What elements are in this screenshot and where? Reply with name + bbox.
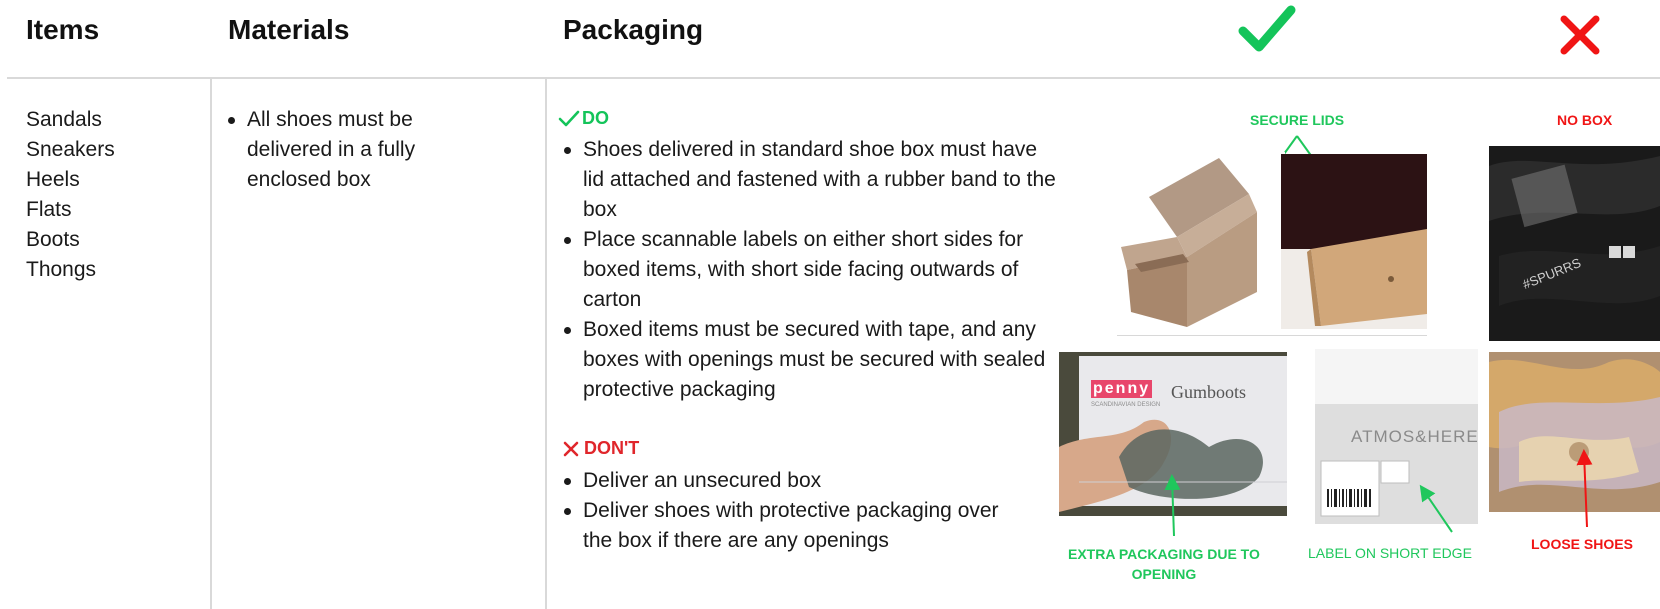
header-items: Items bbox=[26, 14, 100, 45]
cross-icon bbox=[563, 441, 579, 456]
list-item: Deliver an unsecured box bbox=[562, 466, 1032, 496]
column-divider-1 bbox=[210, 79, 212, 609]
caption-extra-packaging: EXTRA PACKAGING DUE TO OPENING bbox=[1068, 546, 1260, 582]
list-item: Boots bbox=[26, 228, 80, 251]
brand-sub: SCANDINAVIAN DESIGN bbox=[1091, 402, 1161, 408]
caption-no-box: NO BOX bbox=[1557, 112, 1613, 128]
header-materials: Materials bbox=[228, 14, 350, 45]
list-item: Thongs bbox=[26, 258, 97, 281]
materials-list: All shoes must be delivered in a fully e… bbox=[226, 105, 466, 195]
list-item: Boxed items must be secured with tape, a… bbox=[562, 315, 1057, 405]
do-list: Shoes delivered in standard shoe box mus… bbox=[562, 135, 1057, 405]
caption-loose-shoes: LOOSE SHOES bbox=[1531, 536, 1633, 552]
box-brand-text: ATMOS&HERE bbox=[1351, 427, 1478, 446]
caption-label-short-edge: LABEL ON SHORT EDGE bbox=[1308, 545, 1472, 561]
list-item: Place scannable labels on either short s… bbox=[562, 225, 1057, 315]
photo-open-box bbox=[1117, 152, 1285, 336]
photo-no-box: #SPURRS bbox=[1489, 146, 1660, 341]
pointer-arrow-extra bbox=[1164, 474, 1181, 537]
list-item: Sneakers bbox=[26, 138, 115, 161]
dont-list: Deliver an unsecured box Deliver shoes w… bbox=[562, 466, 1032, 556]
list-item: All shoes must be delivered in a fully e… bbox=[226, 105, 466, 195]
cross-icon bbox=[1560, 15, 1600, 55]
brand-logo: penny bbox=[1091, 380, 1153, 398]
list-item: Sandals bbox=[26, 108, 102, 131]
dark-box-illustration bbox=[1281, 154, 1427, 329]
photo-divider bbox=[1117, 335, 1427, 336]
list-item: Shoes delivered in standard shoe box mus… bbox=[562, 135, 1057, 225]
list-item: Deliver shoes with protective packaging … bbox=[562, 496, 1032, 556]
do-heading: DO bbox=[558, 108, 609, 129]
check-icon bbox=[1238, 5, 1296, 52]
caption-secure-lids: SECURE LIDS bbox=[1250, 112, 1345, 128]
pointer-arrow-label bbox=[1419, 484, 1453, 533]
list-item: Flats bbox=[26, 198, 72, 221]
open-box-illustration bbox=[1117, 152, 1285, 336]
photo-dark-box bbox=[1281, 154, 1427, 329]
dont-heading: DON'T bbox=[562, 438, 639, 459]
list-item: Heels bbox=[26, 168, 80, 191]
brand-name: penny bbox=[1091, 380, 1153, 398]
column-divider-2 bbox=[545, 79, 547, 609]
header-packaging: Packaging bbox=[563, 14, 704, 45]
items-list: Sandals Sneakers Heels Flats Boots Thong… bbox=[26, 105, 115, 285]
black-bag-illustration bbox=[1489, 146, 1660, 341]
pointer-arrow-loose bbox=[1576, 449, 1593, 528]
check-icon bbox=[558, 110, 580, 126]
product-name: Gumboots bbox=[1171, 382, 1247, 402]
header-divider bbox=[7, 77, 1660, 79]
